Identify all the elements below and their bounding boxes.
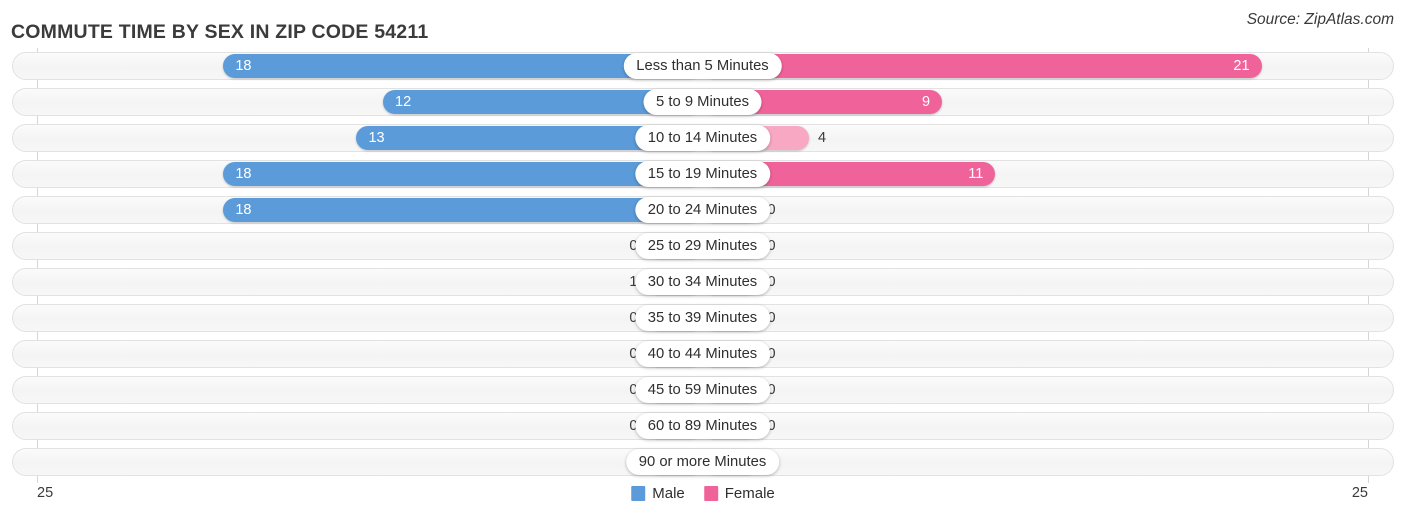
bar-female[interactable] — [702, 54, 1262, 78]
bar-row: 18 0 20 to 24 Minutes — [12, 196, 1394, 224]
bar-row: 0 0 25 to 29 Minutes — [12, 232, 1394, 260]
bar-value-female: 21 — [1233, 58, 1250, 74]
bar-row: 0090 or more Minutes — [12, 448, 1394, 476]
legend-female-label: Female — [724, 485, 775, 502]
legend-male[interactable]: Male — [631, 485, 685, 502]
bar-row: 13 4 10 to 14 Minutes — [12, 124, 1394, 152]
category-label-pill: 40 to 44 Minutes — [634, 341, 771, 367]
bar-value-female: 9 — [922, 94, 931, 110]
category-label-pill: 10 to 14 Minutes — [634, 125, 771, 151]
chart-footer: 25 25 Male Female — [0, 483, 1406, 523]
category-label-pill: 60 to 89 Minutes — [634, 413, 771, 439]
bar-value-male: 18 — [235, 166, 252, 182]
legend-female[interactable]: Female — [703, 485, 775, 502]
category-label-pill: 30 to 34 Minutes — [634, 269, 771, 295]
category-label-pill: 5 to 9 Minutes — [643, 89, 762, 115]
bar-row: 0 0 60 to 89 Minutes — [12, 412, 1394, 440]
bar-value-male: 18 — [235, 202, 252, 218]
bar-value-male: 18 — [235, 58, 252, 74]
axis-tick-right: 25 — [1351, 485, 1368, 501]
bar-row: 18 11 15 to 19 Minutes — [12, 160, 1394, 188]
category-label-pill: 25 to 29 Minutes — [634, 233, 771, 259]
page-title: COMMUTE TIME BY SEX IN ZIP CODE 54211 — [11, 21, 429, 44]
bar-row: 0 0 45 to 59 Minutes — [12, 376, 1394, 404]
bar-male[interactable] — [223, 198, 703, 222]
bar-value-female: 4 — [817, 130, 827, 146]
bar-row: 12 9 5 to 9 Minutes — [12, 88, 1394, 116]
category-label-pill: Less than 5 Minutes — [623, 53, 782, 79]
bar-row: 18 21 Less than 5 Minutes — [12, 52, 1394, 80]
source-attribution: Source: ZipAtlas.com — [1246, 11, 1394, 28]
category-label-pill: 15 to 19 Minutes — [634, 161, 771, 187]
legend-female-swatch-icon — [703, 486, 718, 501]
bar-male[interactable] — [223, 162, 703, 186]
bar-row: 0 0 40 to 44 Minutes — [12, 340, 1394, 368]
chart-legend: Male Female — [631, 485, 775, 502]
chart-plot-area: 18 21 Less than 5 Minutes 12 9 5 to 9 Minutes… — [0, 48, 1406, 483]
legend-male-swatch-icon — [631, 486, 646, 501]
bar-value-male: 12 — [395, 94, 412, 110]
category-label-pill: 20 to 24 Minutes — [634, 197, 771, 223]
axis-tick-left: 25 — [37, 485, 54, 501]
bar-row: 0 0 35 to 39 Minutes — [12, 304, 1394, 332]
bar-value-male: 13 — [368, 130, 385, 146]
category-label-pill: 35 to 39 Minutes — [634, 305, 771, 331]
bar-value-female: 11 — [968, 166, 984, 182]
category-label-pill: 90 or more Minutes — [625, 449, 780, 475]
legend-male-label: Male — [652, 485, 685, 502]
category-label-pill: 45 to 59 Minutes — [634, 377, 771, 403]
bar-row: 1 0 30 to 34 Minutes — [12, 268, 1394, 296]
